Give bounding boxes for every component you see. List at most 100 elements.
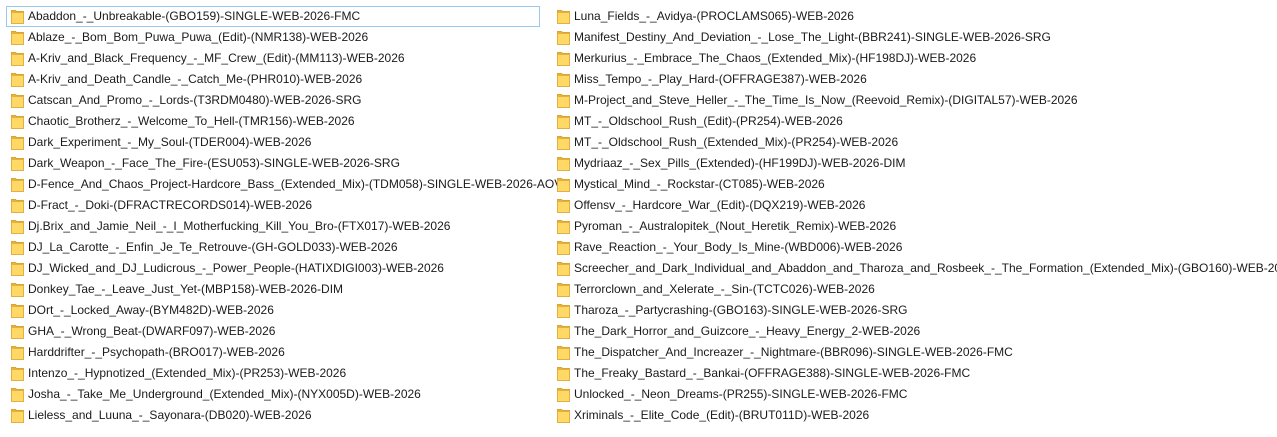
folder-name-label: Pyroman_-_Australopitek_(Nout_Heretik_Re… — [574, 219, 897, 233]
folder-name-label: DOrt_-_Locked_Away-(BYM482D)-WEB-2026 — [28, 303, 274, 317]
folder-name-label: DJ_Wicked_and_DJ_Ludicrous_-_Power_Peopl… — [28, 261, 444, 275]
folder-name-label: M-Project_and_Steve_Heller_-_The_Time_Is… — [574, 93, 1078, 107]
folder-name-label: Miss_Tempo_-_Play_Hard-(OFFRAGE387)-WEB-… — [574, 72, 867, 86]
folder-name-label: The_Dispatcher_And_Increazer_-_Nightmare… — [574, 345, 1013, 359]
folder-item[interactable]: Mystical_Mind_-_Rockstar-(CT085)-WEB-202… — [552, 174, 1277, 195]
folder-item[interactable]: Chaotic_Brotherz_-_Welcome_To_Hell-(TMR1… — [6, 111, 568, 132]
folder-icon — [11, 219, 24, 234]
folder-name-label: Manifest_Destiny_And_Deviation_-_Lose_Th… — [574, 30, 1051, 44]
folder-item[interactable]: The_Freaky_Bastard_-_Bankai-(OFFRAGE388)… — [552, 363, 1277, 384]
folder-name-label: Merkurius_-_Embrace_The_Chaos_(Extended_… — [574, 51, 977, 65]
folder-item[interactable]: MT_-_Oldschool_Rush_(Extended_Mix)-(PR25… — [552, 132, 1277, 153]
folder-name-label: Offensv_-_Hardcore_War_(Edit)-(DQX219)-W… — [574, 198, 866, 212]
folder-item[interactable]: DJ_La_Carotte_-_Enfin_Je_Te_Retrouve-(GH… — [6, 237, 568, 258]
folder-item[interactable]: Intenzo_-_Hypnotized_(Extended_Mix)-(PR2… — [6, 363, 568, 384]
folder-item[interactable]: Josha_-_Take_Me_Underground_(Extended_Mi… — [6, 384, 568, 405]
folder-item[interactable]: Catscan_And_Promo_-_Lords-(T3RDM0480)-WE… — [6, 90, 568, 111]
folder-item[interactable]: Xriminals_-_Elite_Code_(Edit)-(BRUT011D)… — [552, 405, 1277, 426]
folder-icon — [557, 345, 570, 360]
folder-name-label: Screecher_and_Dark_Individual_and_Abaddo… — [574, 261, 1277, 275]
folder-name-label: Dark_Experiment_-_My_Soul-(TDER004)-WEB-… — [28, 135, 312, 149]
folder-icon — [557, 30, 570, 45]
folder-item[interactable]: Terrorclown_and_Xelerate_-_Sin-(TCTC026)… — [552, 279, 1277, 300]
folder-item[interactable]: The_Dark_Horror_and_Guizcore_-_Heavy_Ene… — [552, 321, 1277, 342]
folder-item[interactable]: Rave_Reaction_-_Your_Body_Is_Mine-(WBD00… — [552, 237, 1277, 258]
folder-icon — [557, 240, 570, 255]
folder-name-label: Tharoza_-_Partycrashing-(GBO163)-SINGLE-… — [574, 303, 908, 317]
folder-item[interactable]: The_Dispatcher_And_Increazer_-_Nightmare… — [552, 342, 1277, 363]
folder-icon — [557, 366, 570, 381]
folder-icon — [557, 114, 570, 129]
folder-icon — [11, 135, 24, 150]
folder-item[interactable]: Mydriaaz_-_Sex_Pills_(Extended)-(HF199DJ… — [552, 153, 1277, 174]
folder-icon — [11, 177, 24, 192]
folder-icon — [11, 240, 24, 255]
folder-item[interactable]: Miss_Tempo_-_Play_Hard-(OFFRAGE387)-WEB-… — [552, 69, 1277, 90]
folder-item[interactable]: A-Kriv_and_Black_Frequency_-_MF_Crew_(Ed… — [6, 48, 568, 69]
folder-name-label: Chaotic_Brotherz_-_Welcome_To_Hell-(TMR1… — [28, 114, 355, 128]
folder-name-label: Xriminals_-_Elite_Code_(Edit)-(BRUT011D)… — [574, 408, 870, 422]
folder-icon — [557, 261, 570, 276]
folder-column-right: Luna_Fields_-_Avidya-(PROCLAMS065)-WEB-2… — [552, 6, 1277, 426]
folder-item[interactable]: Offensv_-_Hardcore_War_(Edit)-(DQX219)-W… — [552, 195, 1277, 216]
folder-name-label: MT_-_Oldschool_Rush_(Extended_Mix)-(PR25… — [574, 135, 899, 149]
folder-item[interactable]: Abaddon_-_Unbreakable-(GBO159)-SINGLE-WE… — [6, 6, 540, 27]
folder-icon — [557, 177, 570, 192]
folder-item[interactable]: Lieless_and_Luuna_-_Sayonara-(DB020)-WEB… — [6, 405, 568, 426]
folder-icon — [11, 114, 24, 129]
folder-item[interactable]: D-Fence_And_Chaos_Project-Hardcore_Bass_… — [6, 174, 568, 195]
folder-item[interactable]: DJ_Wicked_and_DJ_Ludicrous_-_Power_Peopl… — [6, 258, 568, 279]
folder-item[interactable]: Tharoza_-_Partycrashing-(GBO163)-SINGLE-… — [552, 300, 1277, 321]
folder-icon — [557, 303, 570, 318]
folder-name-label: Terrorclown_and_Xelerate_-_Sin-(TCTC026)… — [574, 282, 875, 296]
folder-item[interactable]: D-Fract_-_Doki-(DFRACTRECORDS014)-WEB-20… — [6, 195, 568, 216]
folder-name-label: Donkey_Tae_-_Leave_Just_Yet-(MBP158)-WEB… — [28, 282, 344, 296]
folder-item[interactable]: DOrt_-_Locked_Away-(BYM482D)-WEB-2026 — [6, 300, 568, 321]
folder-name-label: Catscan_And_Promo_-_Lords-(T3RDM0480)-WE… — [28, 93, 362, 107]
folder-name-label: A-Kriv_and_Black_Frequency_-_MF_Crew_(Ed… — [28, 51, 405, 65]
folder-icon — [557, 135, 570, 150]
folder-item[interactable]: Dark_Weapon_-_Face_The_Fire-(ESU053)-SIN… — [6, 153, 568, 174]
folder-name-label: Rave_Reaction_-_Your_Body_Is_Mine-(WBD00… — [574, 240, 903, 254]
folder-item[interactable]: Dark_Experiment_-_My_Soul-(TDER004)-WEB-… — [6, 132, 568, 153]
folder-item[interactable]: Screecher_and_Dark_Individual_and_Abaddo… — [552, 258, 1277, 279]
folder-icon — [11, 156, 24, 171]
folder-icon — [557, 408, 570, 423]
folder-item[interactable]: Luna_Fields_-_Avidya-(PROCLAMS065)-WEB-2… — [552, 6, 1277, 27]
folder-icon — [557, 198, 570, 213]
folder-icon — [557, 156, 570, 171]
folder-item[interactable]: Harddrifter_-_Psychopath-(BRO017)-WEB-20… — [6, 342, 568, 363]
folder-icon — [11, 30, 24, 45]
folder-name-label: Ablaze_-_Bom_Bom_Puwa_Puwa_(Edit)-(NMR13… — [28, 30, 369, 44]
folder-icon — [557, 93, 570, 108]
folder-name-label: D-Fract_-_Doki-(DFRACTRECORDS014)-WEB-20… — [28, 198, 313, 212]
folder-name-label: GHA_-_Wrong_Beat-(DWARF097)-WEB-2026 — [28, 324, 276, 338]
folder-name-label: Mydriaaz_-_Sex_Pills_(Extended)-(HF199DJ… — [574, 156, 906, 170]
folder-name-label: Dark_Weapon_-_Face_The_Fire-(ESU053)-SIN… — [28, 156, 400, 170]
folder-icon — [557, 9, 570, 24]
folder-icon — [11, 366, 24, 381]
folder-name-label: Luna_Fields_-_Avidya-(PROCLAMS065)-WEB-2… — [574, 9, 854, 23]
folder-icon — [11, 51, 24, 66]
folder-item[interactable]: MT_-_Oldschool_Rush_(Edit)-(PR254)-WEB-2… — [552, 111, 1277, 132]
folder-item[interactable]: A-Kriv_and_Death_Candle_-_Catch_Me-(PHR0… — [6, 69, 568, 90]
folder-item[interactable]: GHA_-_Wrong_Beat-(DWARF097)-WEB-2026 — [6, 321, 568, 342]
folder-item[interactable]: Merkurius_-_Embrace_The_Chaos_(Extended_… — [552, 48, 1277, 69]
folder-item[interactable]: Dj.Brix_and_Jamie_Neil_-_I_Motherfucking… — [6, 216, 568, 237]
folder-name-label: Josha_-_Take_Me_Underground_(Extended_Mi… — [28, 387, 421, 401]
folder-item[interactable]: Donkey_Tae_-_Leave_Just_Yet-(MBP158)-WEB… — [6, 279, 568, 300]
folder-item[interactable]: M-Project_and_Steve_Heller_-_The_Time_Is… — [552, 90, 1277, 111]
folder-name-label: The_Dark_Horror_and_Guizcore_-_Heavy_Ene… — [574, 324, 921, 338]
folder-icon — [11, 387, 24, 402]
folder-icon — [11, 345, 24, 360]
folder-icon — [557, 51, 570, 66]
folder-icon — [11, 198, 24, 213]
folder-item[interactable]: Manifest_Destiny_And_Deviation_-_Lose_Th… — [552, 27, 1277, 48]
folder-icon — [11, 93, 24, 108]
folder-icon — [11, 282, 24, 297]
folder-item[interactable]: Unlocked_-_Neon_Dreams-(PR255)-SINGLE-WE… — [552, 384, 1277, 405]
folder-name-label: Unlocked_-_Neon_Dreams-(PR255)-SINGLE-WE… — [574, 387, 908, 401]
folder-name-label: Harddrifter_-_Psychopath-(BRO017)-WEB-20… — [28, 345, 285, 359]
folder-item[interactable]: Ablaze_-_Bom_Bom_Puwa_Puwa_(Edit)-(NMR13… — [6, 27, 568, 48]
folder-item[interactable]: Pyroman_-_Australopitek_(Nout_Heretik_Re… — [552, 216, 1277, 237]
